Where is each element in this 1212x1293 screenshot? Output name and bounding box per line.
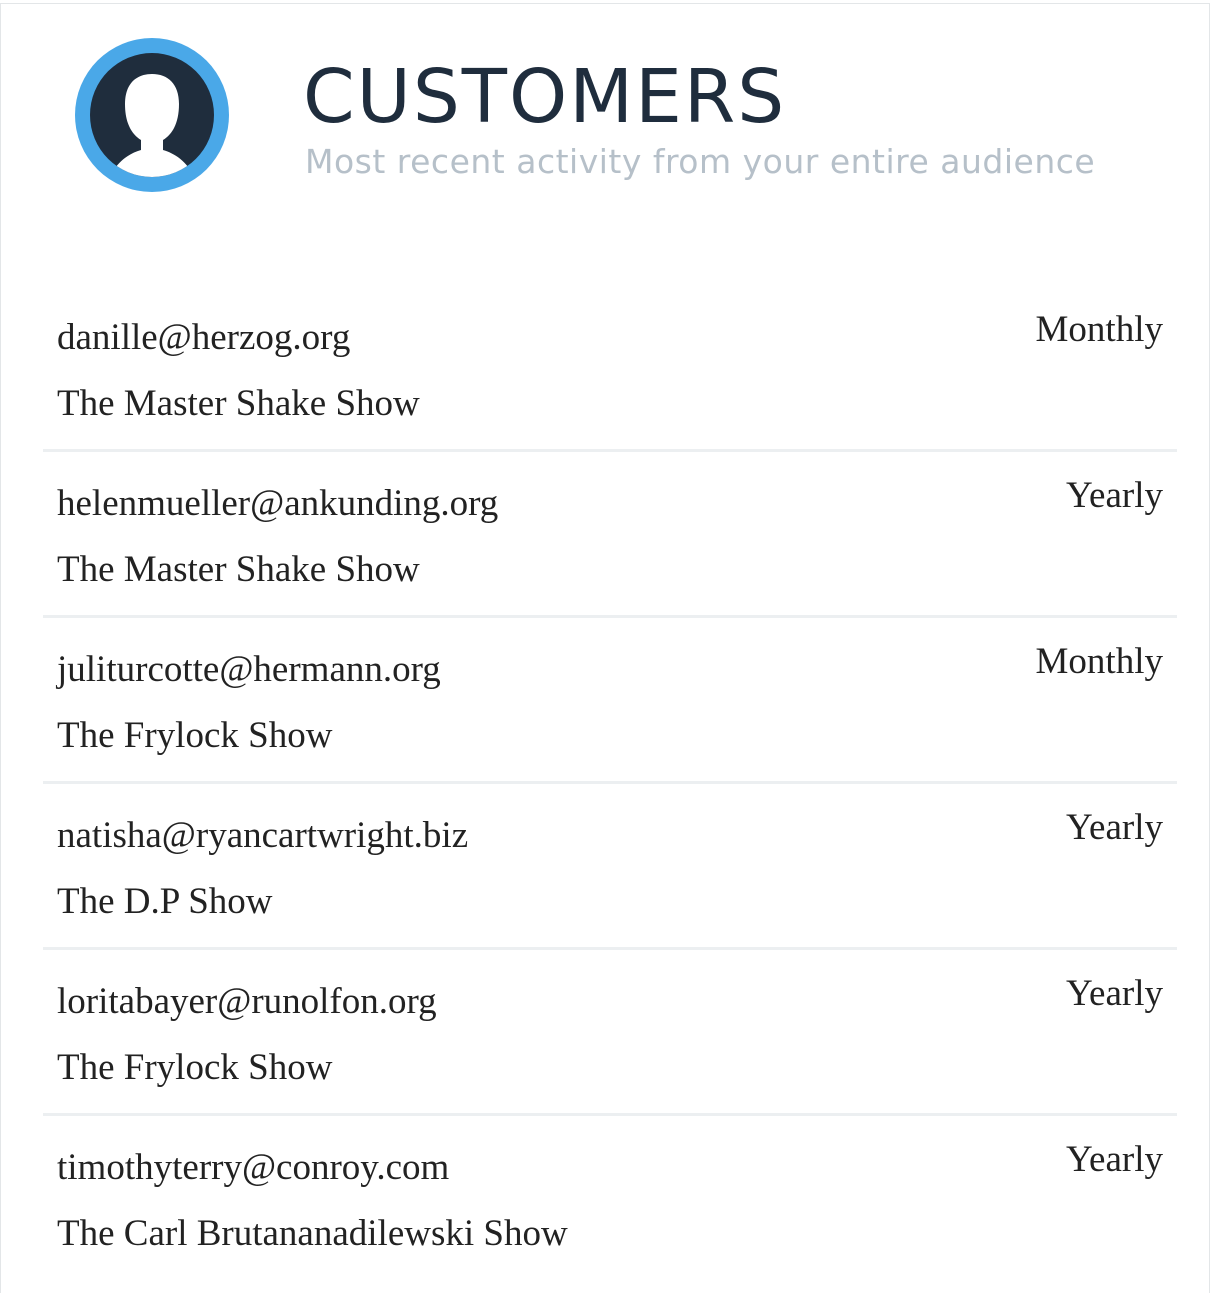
list-item[interactable]: helenmueller@ankunding.org The Master Sh… <box>43 452 1177 618</box>
list-item[interactable]: natisha@ryancartwright.biz The D.P Show … <box>43 784 1177 950</box>
list-item[interactable]: timothyterry@conroy.com The Carl Brutana… <box>43 1116 1177 1282</box>
customer-show: The Master Shake Show <box>57 383 420 424</box>
customer-email: timothyterry@conroy.com <box>57 1147 450 1188</box>
customer-email: danille@herzog.org <box>57 317 351 358</box>
page-title: CUSTOMERS <box>303 54 787 140</box>
customer-plan: Yearly <box>1066 973 1163 1014</box>
customer-list: danille@herzog.org The Master Shake Show… <box>43 286 1177 1282</box>
user-avatar-icon <box>75 38 229 192</box>
customer-email: helenmueller@ankunding.org <box>57 483 499 524</box>
card-header: CUSTOMERS Most recent activity from your… <box>1 4 1209 224</box>
customer-show: The Frylock Show <box>57 1047 333 1088</box>
customer-show: The D.P Show <box>57 881 273 922</box>
customer-email: loritabayer@runolfon.org <box>57 981 437 1022</box>
customer-email: juliturcotte@hermann.org <box>57 649 441 690</box>
customer-plan: Yearly <box>1066 475 1163 516</box>
customer-plan: Yearly <box>1066 1139 1163 1180</box>
customer-show: The Master Shake Show <box>57 549 420 590</box>
customers-card: CUSTOMERS Most recent activity from your… <box>0 3 1210 1293</box>
customer-plan: Yearly <box>1066 807 1163 848</box>
customer-plan: Monthly <box>1035 309 1163 350</box>
customer-plan: Monthly <box>1035 641 1163 682</box>
customer-show: The Frylock Show <box>57 715 333 756</box>
list-item[interactable]: juliturcotte@hermann.org The Frylock Sho… <box>43 618 1177 784</box>
list-item[interactable]: danille@herzog.org The Master Shake Show… <box>43 286 1177 452</box>
page-subtitle: Most recent activity from your entire au… <box>305 142 1096 181</box>
customer-show: The Carl Brutananadilewski Show <box>57 1213 568 1254</box>
list-item[interactable]: loritabayer@runolfon.org The Frylock Sho… <box>43 950 1177 1116</box>
customer-email: natisha@ryancartwright.biz <box>57 815 469 856</box>
